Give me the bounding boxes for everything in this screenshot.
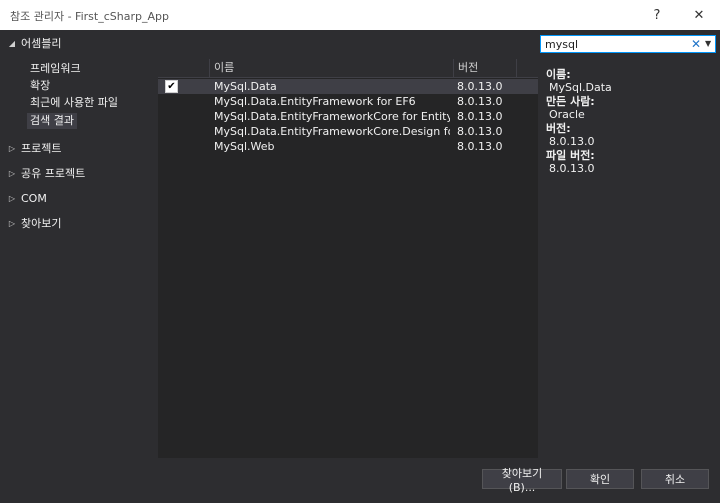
tree-node-label: 찾아보기 [21, 217, 62, 230]
detail-file-version-value: 8.0.13.0 [549, 162, 595, 175]
category-tree: ◢ 어셈블리 프레임워크 확장 최근에 사용한 파일 검색 결과 ▷ 프로젝트 … [0, 30, 158, 460]
browse-button[interactable]: 찾아보기(B)... [482, 467, 562, 494]
clear-search-icon[interactable]: ✕ [691, 36, 701, 52]
column-header-version[interactable]: 버전 [453, 59, 516, 77]
tree-node-browse[interactable]: ▷ 찾아보기 [8, 215, 62, 231]
title-bar: 참조 관리자 - First_cSharp_App ? ✕ [0, 0, 720, 30]
collapse-arrow-icon[interactable]: ▷ [8, 219, 16, 228]
table-row[interactable]: MySql.Data.EntityFrameworkCore.Design fo… [158, 124, 538, 139]
tree-node-label: 공유 프로젝트 [21, 167, 86, 180]
detail-version-label: 버전: [546, 122, 571, 135]
cancel-button[interactable]: 취소 [641, 469, 709, 489]
reference-name: MySql.Data.EntityFramework for EF6 [214, 95, 416, 108]
reference-name: MySql.Data.EntityFrameworkCore.Design fo… [214, 125, 450, 138]
tree-item-recent[interactable]: 최근에 사용한 파일 [30, 95, 118, 111]
table-row[interactable]: ✔ MySql.Data 8.0.13.0 [158, 79, 538, 94]
reference-version: 8.0.13.0 [457, 125, 503, 138]
table-row[interactable]: MySql.Data.EntityFrameworkCore for Entit… [158, 109, 538, 124]
reference-name: MySql.Data.EntityFrameworkCore for Entit… [214, 110, 450, 123]
tree-node-projects[interactable]: ▷ 프로젝트 [8, 140, 62, 156]
tree-item-search-results[interactable]: 검색 결과 [27, 113, 77, 129]
table-row[interactable]: MySql.Web 8.0.13.0 [158, 139, 538, 154]
collapse-arrow-icon[interactable]: ▷ [8, 169, 16, 178]
search-box[interactable]: ✕ ▼ [540, 35, 716, 53]
detail-file-version-label: 파일 버전: [546, 149, 595, 162]
tree-node-assemblies[interactable]: ◢ 어셈블리 [8, 35, 62, 51]
column-header-name[interactable]: 이름 [209, 59, 454, 77]
collapse-arrow-icon[interactable]: ▷ [8, 194, 16, 203]
detail-author-label: 만든 사람: [546, 95, 595, 108]
tree-node-shared-projects[interactable]: ▷ 공유 프로젝트 [8, 165, 85, 181]
reference-checkbox[interactable]: ✔ [165, 80, 178, 93]
column-header-spacer [516, 59, 543, 77]
collapse-arrow-icon[interactable]: ▷ [8, 144, 16, 153]
tree-node-label: 프로젝트 [21, 142, 62, 155]
table-row[interactable]: MySql.Data.EntityFramework for EF6 8.0.1… [158, 94, 538, 109]
search-input[interactable] [545, 37, 685, 51]
close-button[interactable]: ✕ [683, 0, 715, 30]
tree-item-framework[interactable]: 프레임워크 [30, 61, 81, 77]
column-header-check[interactable] [158, 59, 210, 77]
window-title: 참조 관리자 - First_cSharp_App [10, 10, 169, 23]
tree-node-com[interactable]: ▷ COM [8, 190, 47, 206]
tree-node-label: COM [21, 191, 47, 205]
details-panel: 이름: MySql.Data 만든 사람: Oracle 버전: 8.0.13.… [546, 68, 716, 176]
chevron-down-icon[interactable]: ▼ [705, 36, 715, 52]
reference-version: 8.0.13.0 [457, 140, 503, 153]
detail-author-value: Oracle [549, 108, 585, 121]
reference-version: 8.0.13.0 [457, 95, 503, 108]
help-button[interactable]: ? [641, 0, 673, 30]
detail-name-label: 이름: [546, 68, 571, 81]
expand-arrow-icon[interactable]: ◢ [8, 39, 16, 48]
detail-version-value: 8.0.13.0 [549, 135, 595, 148]
reference-version: 8.0.13.0 [457, 80, 503, 93]
detail-name-value: MySql.Data [549, 81, 612, 94]
reference-version: 8.0.13.0 [457, 110, 503, 123]
tree-item-extensions[interactable]: 확장 [30, 78, 50, 94]
list-header: 이름 버전 [158, 59, 538, 78]
dialog-footer: 찾아보기(B)... 확인 취소 [0, 460, 720, 503]
ok-button[interactable]: 확인 [566, 469, 634, 489]
reference-list: 이름 버전 ✔ MySql.Data 8.0.13.0 MySql.Data.E… [158, 59, 538, 458]
tree-node-label: 어셈블리 [21, 37, 62, 50]
reference-name: MySql.Data [214, 80, 277, 93]
reference-name: MySql.Web [214, 140, 275, 153]
